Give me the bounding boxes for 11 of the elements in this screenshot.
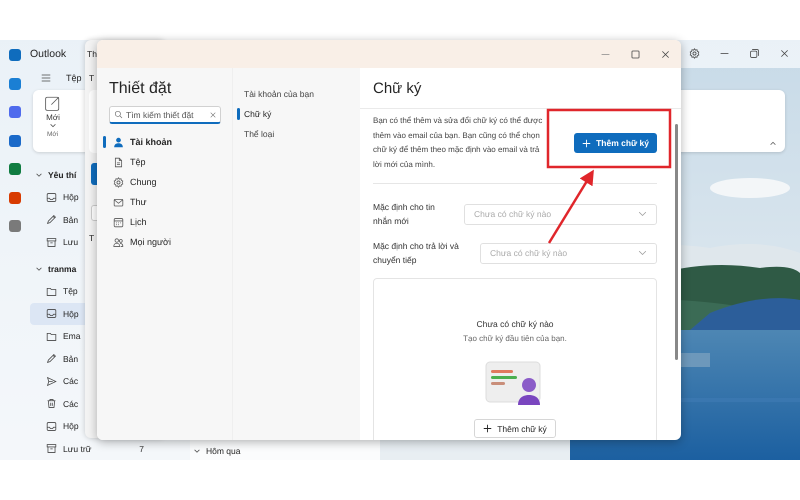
panel-title: Chữ ký: [373, 80, 422, 96]
empty-title: Chưa có chữ ký nào: [476, 319, 554, 329]
app-title: Outlook: [30, 48, 66, 60]
description-text: Bạn có thể thêm và sửa đổi chữ ký có thể được thêm vào email của bạn. Bạn cũng có thể chọn chữ ký để thêm theo mặc định vào email và trả lời mới của mình.: [373, 115, 544, 170]
label: T: [89, 233, 94, 243]
settings-title: Thiết đặt: [109, 80, 172, 98]
field-label: Mặc định cho trả lời và chuyển tiếp: [373, 240, 460, 267]
field-label: Mặc định cho tin nhắn mới: [373, 201, 436, 228]
window-title: Th: [87, 49, 97, 59]
empty-text: Tạo chữ ký đầu tiên của bạn.: [463, 334, 567, 343]
group-heading: Hôm qua: [206, 446, 240, 456]
